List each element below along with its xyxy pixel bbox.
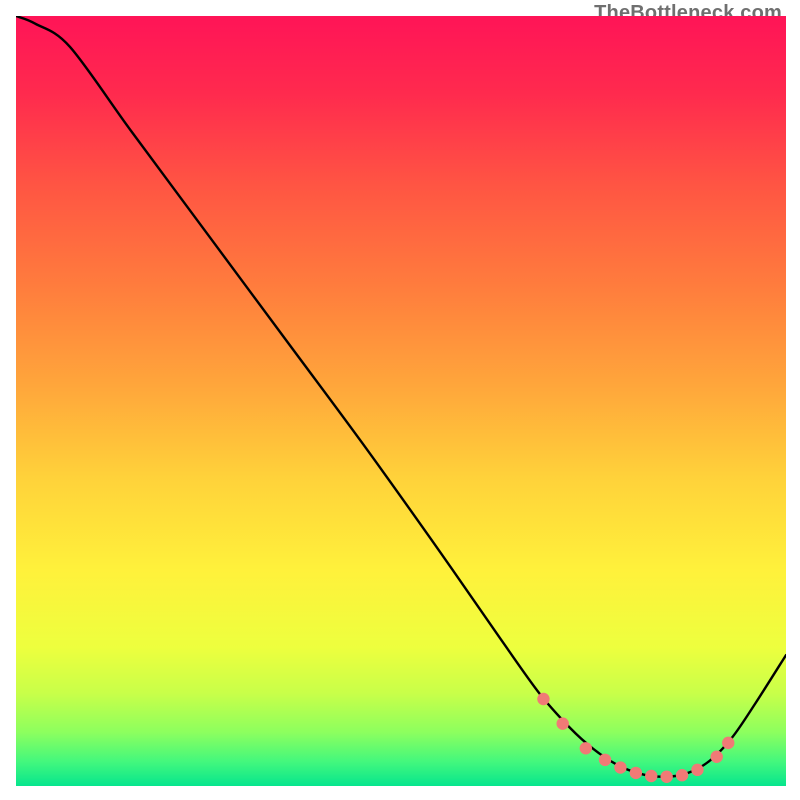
trough-marker [722,737,734,749]
trough-marker [599,754,611,766]
trough-marker [630,767,642,779]
trough-marker [660,771,672,783]
chart-stage: TheBottleneck.com [0,0,800,800]
chart-svg [16,16,786,786]
trough-marker [557,717,569,729]
trough-marker [645,770,657,782]
trough-marker [691,764,703,776]
trough-marker [711,751,723,763]
trough-marker [580,742,592,754]
trough-marker [614,761,626,773]
gradient-plot [16,16,786,786]
trough-marker [676,769,688,781]
trough-marker [537,693,549,705]
